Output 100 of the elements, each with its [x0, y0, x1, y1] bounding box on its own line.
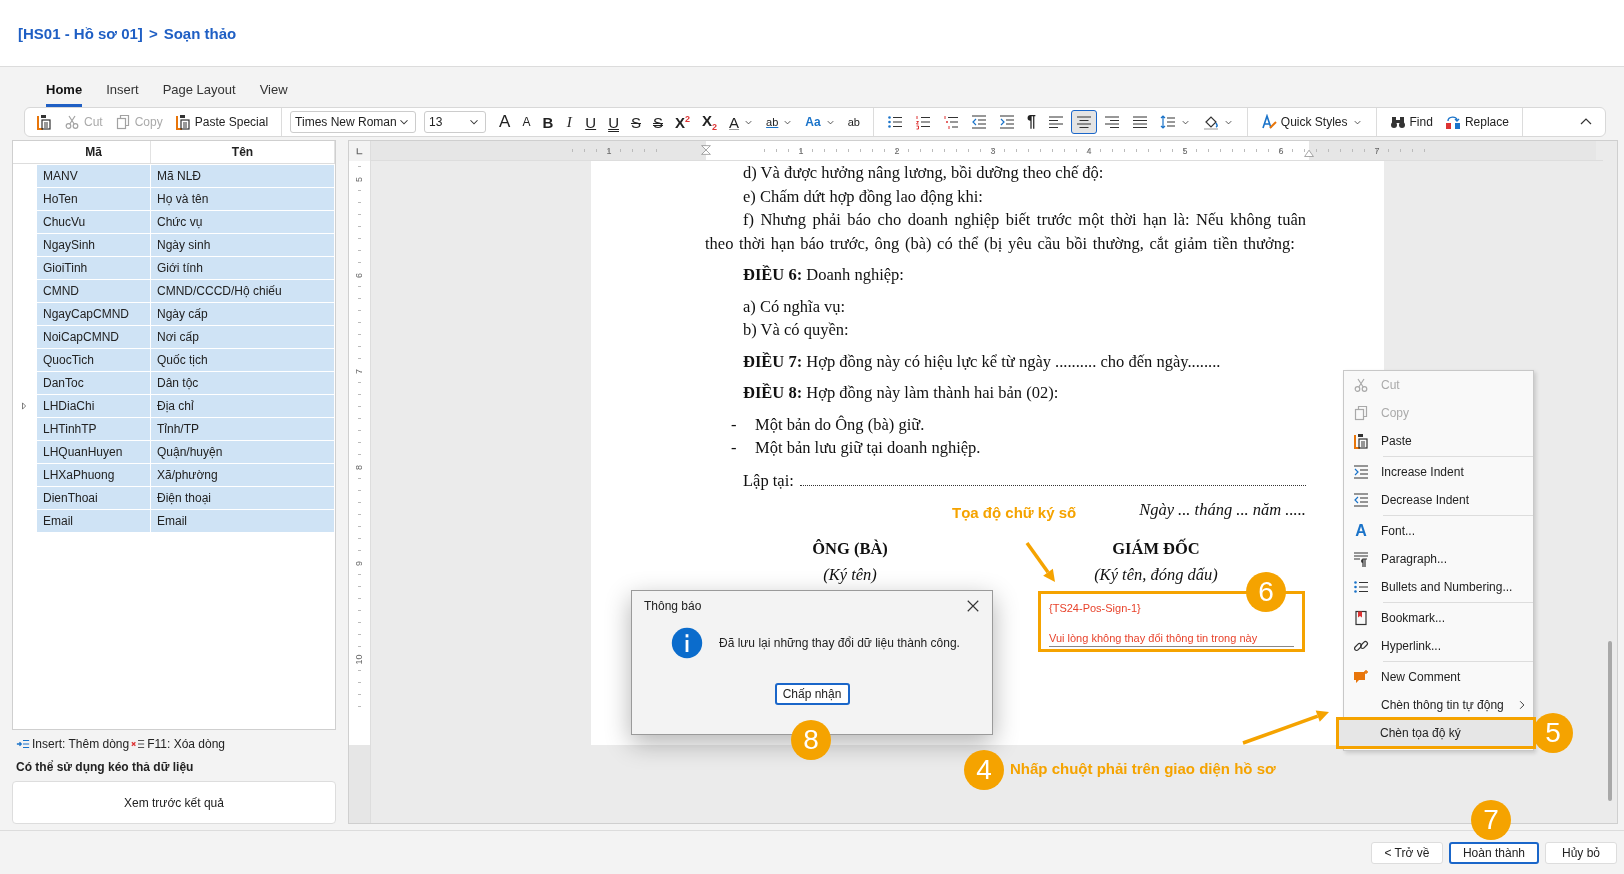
ruler-number: 1	[796, 145, 806, 156]
ribbon-tab[interactable]: Page Layout	[162, 82, 236, 107]
align-center-icon	[1075, 114, 1092, 130]
table-cell: Email	[151, 510, 335, 532]
insert-row-icon	[16, 737, 30, 751]
annotation-label: Nhấp chuột phải trên giao diện hồ sơ	[1010, 760, 1276, 777]
ribbon-tab[interactable]: Insert	[106, 82, 139, 107]
grow-font-button[interactable]: A	[494, 110, 516, 134]
italic-button[interactable]: I	[560, 110, 579, 134]
link-icon	[1353, 638, 1369, 654]
menu-item[interactable]: A Font...	[1344, 517, 1533, 545]
document-paragraph: e) Chấm dứt hợp đồng lao động khi:	[742, 185, 984, 208]
menu-item[interactable]: Hyperlink...	[1344, 632, 1533, 660]
paint-bucket-icon	[1202, 114, 1219, 130]
clipboard-icon	[36, 114, 52, 130]
copy-icon	[1353, 405, 1369, 421]
footer-button[interactable]: Hủy bỏ	[1545, 841, 1617, 864]
table-cell: Quốc tịch	[151, 349, 335, 371]
breadcrumb-current: Soạn thảo	[163, 24, 237, 42]
table-cell: DanToc	[37, 372, 151, 394]
menu-item[interactable]: Decrease Indent	[1344, 486, 1533, 514]
info-icon	[671, 627, 703, 659]
preview-button[interactable]: Xem trước kết quả	[12, 781, 336, 824]
column-header[interactable]: Mã	[37, 141, 151, 163]
signature-warning: Vui lòng không thay đổi thông tin trong này	[1049, 629, 1294, 647]
document-paragraph: Lập tại:	[743, 469, 794, 492]
table-cell: CMND/CCCD/Hộ chiếu	[151, 280, 335, 302]
ribbon-tab[interactable]: View	[259, 82, 288, 107]
table-cell: LHXaPhuong	[37, 464, 151, 486]
binoculars-icon	[1389, 114, 1406, 130]
ruler-number: 10	[355, 654, 364, 664]
double-underline-button[interactable]: U	[603, 110, 624, 134]
table-cell: Điện thoại	[151, 487, 335, 509]
table-cell: Mã NLĐ	[151, 165, 335, 187]
find-button[interactable]: Find	[1384, 110, 1438, 134]
shrink-font-button[interactable]: A	[517, 110, 536, 134]
menu-item[interactable]: Paste	[1344, 427, 1533, 455]
signature-note: (Ký tên)	[823, 564, 877, 586]
font-size-dropdown[interactable]: 13	[424, 111, 487, 133]
column-header[interactable]: Tên	[151, 141, 335, 163]
table-cell: Ngày sinh	[151, 234, 335, 256]
font-color-button[interactable]: A	[724, 110, 760, 134]
document-paragraph: d) Và được hưởng nâng lương, bồi dưỡng theo chế độ:	[742, 162, 1105, 184]
date-line: Ngày ... tháng ... năm .....	[1139, 500, 1306, 519]
clear-format-button[interactable]: ab	[842, 110, 865, 134]
table-cell: Địa chỉ	[151, 395, 335, 417]
paragraph-mark-button[interactable]: ¶	[1021, 110, 1041, 134]
superscript-button[interactable]: X$^{2}$	[670, 110, 696, 134]
accept-button[interactable]: Chấp nhận	[774, 683, 850, 705]
quick-styles-button[interactable]: Quick Styles	[1255, 110, 1368, 134]
bold-button[interactable]: B	[537, 110, 559, 134]
clipboard-icon	[174, 114, 191, 130]
step-badge: 7	[1471, 800, 1511, 840]
replace-button[interactable]: Replace	[1439, 110, 1514, 134]
table-cell: Dân tộc	[151, 372, 335, 394]
menu-item[interactable]: Chèn thông tin tự động	[1344, 691, 1533, 719]
justify-icon	[1131, 114, 1148, 130]
highlight-button[interactable]: ab	[761, 110, 799, 134]
menu-item[interactable]: Increase Indent	[1344, 458, 1533, 486]
scrollbar-thumb[interactable]	[1608, 641, 1612, 801]
close-icon[interactable]	[966, 599, 980, 613]
bullet-list-icon	[886, 114, 903, 130]
menu-item[interactable]: New Comment	[1344, 663, 1533, 691]
double-strikethrough-button[interactable]: S	[648, 110, 668, 134]
line-spacing-icon	[1159, 114, 1176, 130]
font-name-dropdown[interactable]: Times New Roman	[290, 111, 417, 133]
menu-item[interactable]: Chèn tọa độ ký	[1338, 719, 1534, 747]
table-cell: Nơi cấp	[151, 326, 335, 348]
footer-button[interactable]: < Trở về	[1370, 841, 1443, 864]
underline-button[interactable]: U	[580, 110, 602, 134]
delete-row-icon	[131, 737, 146, 751]
document-paragraph: a) Có nghĩa vụ:	[742, 295, 847, 318]
change-case-button[interactable]: Aa	[800, 110, 841, 134]
document-paragraph: b) Và có quyền:	[742, 319, 850, 341]
breadcrumb-link[interactable]: [HS01 - Hồ sơ 01]	[18, 24, 143, 42]
ruler-number: 7	[355, 368, 364, 374]
comment-icon	[1353, 669, 1369, 685]
table-cell: Quận/huyện	[151, 441, 335, 463]
scissors-icon	[1353, 377, 1369, 393]
table-cell: Email	[37, 510, 151, 532]
strikethrough-button[interactable]: S	[626, 110, 646, 134]
table-cell: Tỉnh/TP	[151, 418, 335, 440]
menu-item[interactable]: Paragraph...	[1344, 545, 1533, 573]
ruler-number: 4	[1084, 145, 1094, 156]
menu-item[interactable]: Bookmark...	[1344, 604, 1533, 632]
document-paragraph: ĐIỀU 7: Hợp đồng này có hiệu lực kể từ ngày .......... cho đến ngày........	[742, 350, 1222, 373]
table-cell: ChucVu	[37, 211, 151, 233]
tab-stop-icon	[355, 146, 364, 156]
numbered-list-icon	[914, 114, 931, 130]
ruler-number: 5	[355, 176, 364, 182]
table-cell: NgayCapCMND	[37, 303, 151, 325]
align-center-button[interactable]	[1070, 110, 1097, 134]
menu-item[interactable]: Bullets and Numbering...	[1344, 573, 1533, 601]
dialog-title: Thông báo	[644, 599, 702, 613]
footer-button[interactable]: Hoàn thành	[1448, 841, 1539, 864]
paste-special-button[interactable]: Paste Special	[169, 110, 274, 134]
subscript-button[interactable]: X$_{2}$	[697, 110, 723, 134]
table-cell: Ngày cấp	[151, 303, 335, 325]
ruler-number: 5	[1180, 145, 1190, 156]
indent-marker[interactable]	[1304, 149, 1314, 159]
